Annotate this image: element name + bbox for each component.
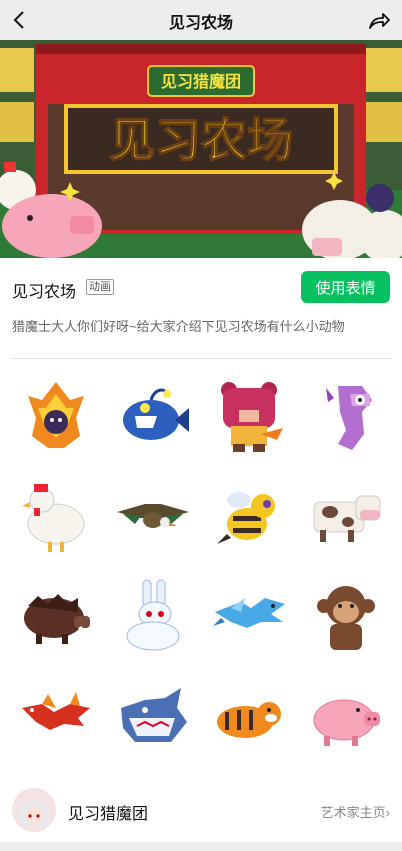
shark-wolf-sticker[interactable] (105, 666, 202, 766)
white-rabbit-sticker[interactable] (105, 566, 202, 666)
white-rooster-sticker[interactable] (8, 466, 105, 566)
artist-name: 见习猎魔团 (68, 806, 149, 823)
pack-tag-badge: 动画 (86, 279, 114, 295)
blue-dragon-sticker[interactable] (201, 566, 298, 666)
blue-anglerfish-sticker[interactable] (105, 366, 202, 466)
bottom-bar (0, 842, 402, 851)
banner-badge: 见习猎魔团 (161, 72, 241, 91)
fire-bat-sticker[interactable] (8, 366, 105, 466)
farm-banner-image: 见习农场 见习猎魔团 (0, 40, 402, 258)
purple-seahorse-sticker[interactable] (298, 366, 395, 466)
pack-banner: 见习农场 见习猎魔团 (0, 40, 402, 258)
pink-bear-sticker[interactable] (201, 366, 298, 466)
chevron-right-icon: › (385, 805, 390, 820)
artist-homepage-link[interactable]: 艺术家主页› (321, 802, 390, 821)
pack-description: 猎魔士大人你们好呀~给大家介绍下见习农场有什么小动物 (12, 319, 345, 334)
pig-sticker[interactable] (298, 666, 395, 766)
pack-title: 见习农场 (12, 284, 77, 301)
avatar (12, 788, 56, 832)
vulture-sticker[interactable] (105, 466, 202, 566)
banner-headline: 见习农场 (109, 113, 293, 167)
artist-row[interactable]: 见习猎魔团 艺术家主页› (0, 778, 402, 842)
artist-link-label: 艺术家主页 (320, 805, 386, 820)
top-nav-bar: 见习农场 (0, 0, 402, 40)
red-dragon-sticker[interactable] (8, 666, 105, 766)
sticker-grid (8, 366, 394, 766)
cow-sticker[interactable] (298, 466, 395, 566)
divider (10, 358, 392, 359)
bee-sticker[interactable] (201, 466, 298, 566)
pack-info: 见习农场 动画 使用表情 猎魔士大人你们好呀~给大家介绍下见习农场有什么小动物 (0, 258, 402, 359)
tiger-sticker[interactable] (201, 666, 298, 766)
monkey-sticker[interactable] (298, 566, 395, 666)
boar-sticker[interactable] (8, 566, 105, 666)
page-title: 见习农场 (168, 15, 233, 32)
use-sticker-button[interactable]: 使用表情 (301, 271, 390, 303)
share-arrow-icon[interactable] (364, 6, 392, 34)
